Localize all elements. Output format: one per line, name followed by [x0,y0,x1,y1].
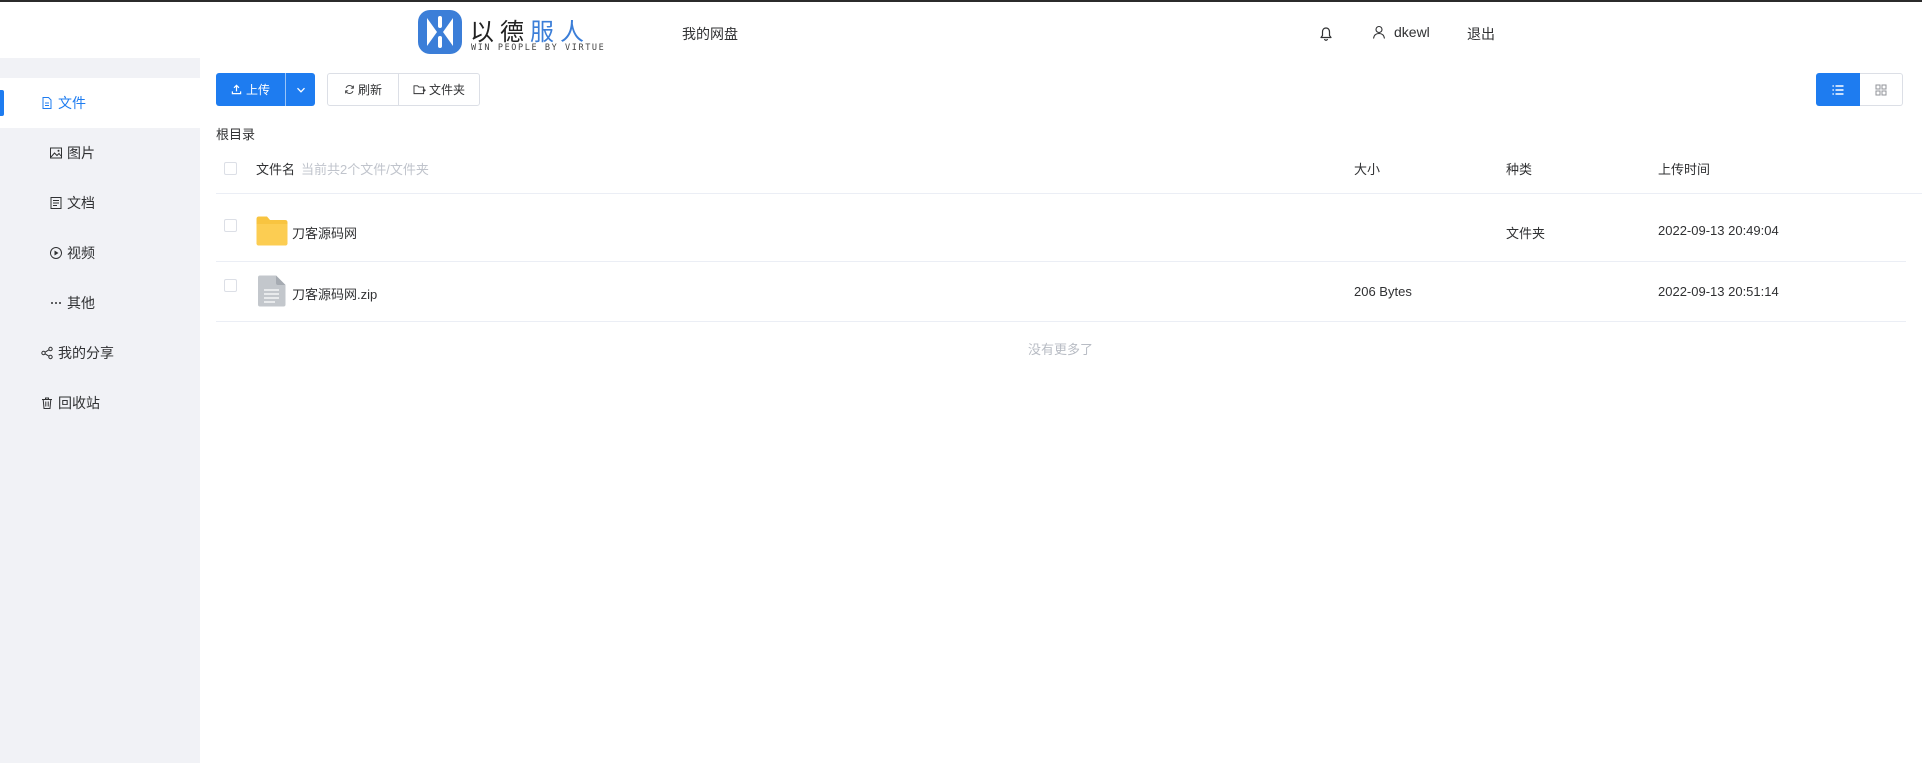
file-doc-icon [258,275,286,307]
column-size[interactable]: 大小 [1354,159,1380,178]
file-icon [42,97,52,109]
share-icon [41,346,53,360]
row-checkbox[interactable] [224,219,237,232]
sidebar-item-images[interactable]: 图片 [0,128,200,178]
sidebar-item-videos[interactable]: 视频 [0,228,200,278]
sidebar-item-label: 回收站 [58,395,100,411]
upload-button-group: 上传 [216,73,315,106]
logo-text-en: WIN PEOPLE BY VIRTUE [471,43,606,53]
more-icon [51,302,61,304]
sidebar-item-label: 其他 [67,295,95,311]
column-type[interactable]: 种类 [1506,159,1532,178]
logo-text-cn: 以德服人 [470,18,590,46]
sidebar-item-label: 图片 [67,145,95,161]
sidebar-item-label: 我的分享 [58,345,114,361]
action-button-group: 刷新 文件夹 [327,73,480,106]
upload-label: 上传 [245,83,270,97]
sidebar-item-documents[interactable]: 文档 [0,178,200,228]
username: dkewl [1394,24,1430,40]
row-checkbox[interactable] [224,279,237,292]
refresh-icon [345,85,354,94]
column-name[interactable]: 文件名 当前共2个文件/文件夹 [256,159,429,178]
file-name[interactable]: 刀客源码网.zip [292,284,377,303]
bell-icon[interactable] [1318,26,1334,42]
logo-mark-icon [418,10,462,54]
grid-view-icon [1875,84,1887,95]
chevron-down-icon [296,87,305,93]
column-upload-time[interactable]: 上传时间 [1658,159,1710,178]
video-icon [50,247,62,259]
refresh-button[interactable]: 刷新 [328,74,398,105]
new-folder-label: 文件夹 [429,83,466,97]
sidebar-item-label: 文档 [67,195,95,211]
image-icon [50,147,62,159]
upload-dropdown-toggle[interactable] [286,73,315,106]
nav-my-drive[interactable]: 我的网盘 [682,24,738,44]
file-size: 206 Bytes [1354,284,1412,299]
sidebar-item-other[interactable]: 其他 [0,278,200,328]
upload-icon [231,84,242,95]
user-icon [1372,25,1386,39]
column-name-label: 文件名 [256,162,296,177]
table-row[interactable]: 刀客源码网.zip 206 Bytes 2022-09-13 20:51:14 [216,262,1906,322]
no-more-items-text: 没有更多了 [1028,342,1094,357]
folder-add-icon [413,85,426,95]
list-view-button[interactable] [1816,73,1860,106]
upload-time: 2022-09-13 20:49:04 [1658,223,1779,238]
sidebar-item-recycle-bin[interactable]: 回收站 [0,378,200,428]
sidebar-item-label: 视频 [67,245,95,261]
table-header: 文件名 当前共2个文件/文件夹 大小 种类 上传时间 [216,148,1922,194]
logo[interactable]: 以德服人 WIN PEOPLE BY VIRTUE [418,10,608,56]
refresh-label: 刷新 [357,83,382,97]
view-toggle [1816,73,1903,106]
file-name[interactable]: 刀客源码网 [292,223,357,242]
file-type: 文件夹 [1506,226,1546,241]
list-view-icon [1832,84,1844,95]
upload-time: 2022-09-13 20:51:14 [1658,284,1779,299]
document-icon [50,197,62,209]
folder-icon [256,216,288,246]
new-folder-button[interactable]: 文件夹 [398,74,479,105]
select-all-checkbox[interactable] [224,162,237,175]
sidebar-item-files[interactable]: 文件 [0,78,200,128]
sidebar-item-label: 文件 [58,95,86,111]
app-header: 以德服人 WIN PEOPLE BY VIRTUE 我的网盘 dkewl 退出 [0,2,1922,58]
sidebar: 文件 图片 文档 视频 其他 我的分享 回收站 [0,58,200,763]
upload-button[interactable]: 上传 [216,73,286,106]
grid-view-button[interactable] [1859,73,1903,106]
sidebar-item-my-shares[interactable]: 我的分享 [0,328,200,378]
item-count-hint: 当前共2个文件/文件夹 [301,162,429,177]
trash-icon [42,397,52,409]
user-menu[interactable]: dkewl [1372,24,1430,40]
breadcrumb[interactable]: 根目录 [216,124,255,143]
table-row[interactable]: 刀客源码网 文件夹 2022-09-13 20:49:04 [216,202,1906,262]
logout-link[interactable]: 退出 [1467,24,1495,44]
